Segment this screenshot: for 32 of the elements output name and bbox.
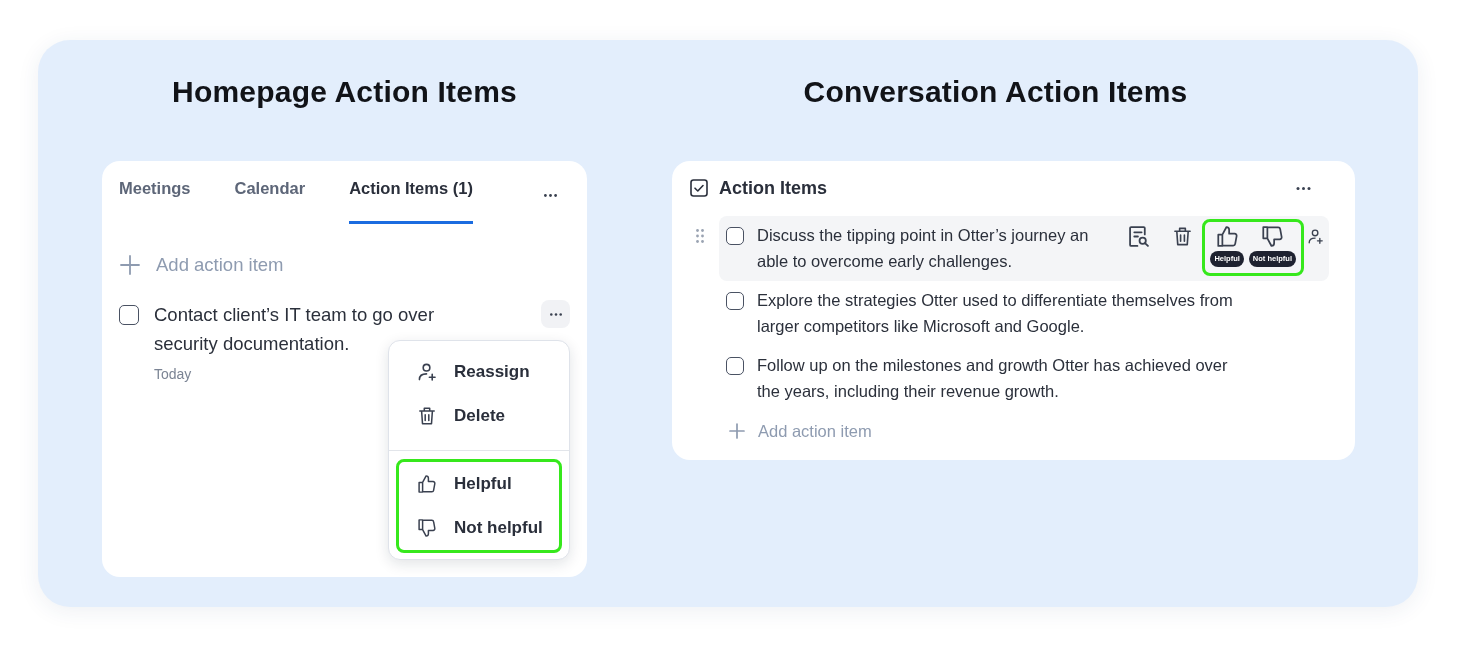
checkbox[interactable]	[726, 226, 744, 245]
more-icon[interactable]	[1296, 186, 1311, 190]
due-date: Today	[154, 365, 192, 384]
thumbs-up-icon[interactable]	[1216, 226, 1238, 247]
tab[interactable]: Meetings	[119, 161, 191, 224]
action-item-text: Follow up on the milestones and growth Otter has achieved over the years, including their revenue growth.	[757, 355, 1228, 402]
checked-box-icon	[690, 179, 708, 197]
person-add-icon[interactable]	[1308, 229, 1323, 244]
card-title: Action Items	[719, 177, 828, 199]
thumbs-down-icon	[418, 519, 436, 537]
trash-icon	[418, 407, 436, 425]
section-heading: Homepage Action Items	[172, 74, 517, 110]
action-item-text: Discuss the tipping point in Otter’s journey an able to overcome early challenges.	[757, 225, 1089, 272]
tab[interactable]: Action Items (1)	[349, 161, 473, 224]
menu-item[interactable]: Helpful	[399, 462, 559, 506]
menu-item[interactable]: Delete	[399, 394, 559, 438]
drag-handle-icon[interactable]	[696, 229, 704, 243]
menu-item[interactable]: Not helpful	[399, 506, 559, 550]
thumbs-down-icon[interactable]	[1261, 226, 1283, 247]
plus-icon[interactable]	[120, 255, 140, 275]
checkbox[interactable]	[726, 356, 744, 375]
checkbox[interactable]	[119, 305, 139, 325]
section-heading: Conversation Action Items	[803, 74, 1188, 110]
checkbox[interactable]	[726, 291, 744, 310]
person-add-icon	[418, 363, 436, 381]
action-item-text: Explore the strategies Otter used to differentiate themselves from larger competitors like Microsoft and Google.	[757, 290, 1233, 337]
thumbs-up-icon	[418, 475, 436, 493]
trash-icon[interactable]	[1173, 227, 1193, 246]
tab[interactable]: Calendar	[234, 161, 306, 224]
document-search-icon[interactable]	[1129, 226, 1150, 247]
more-icon[interactable]	[544, 194, 557, 197]
more-icon	[549, 312, 562, 316]
